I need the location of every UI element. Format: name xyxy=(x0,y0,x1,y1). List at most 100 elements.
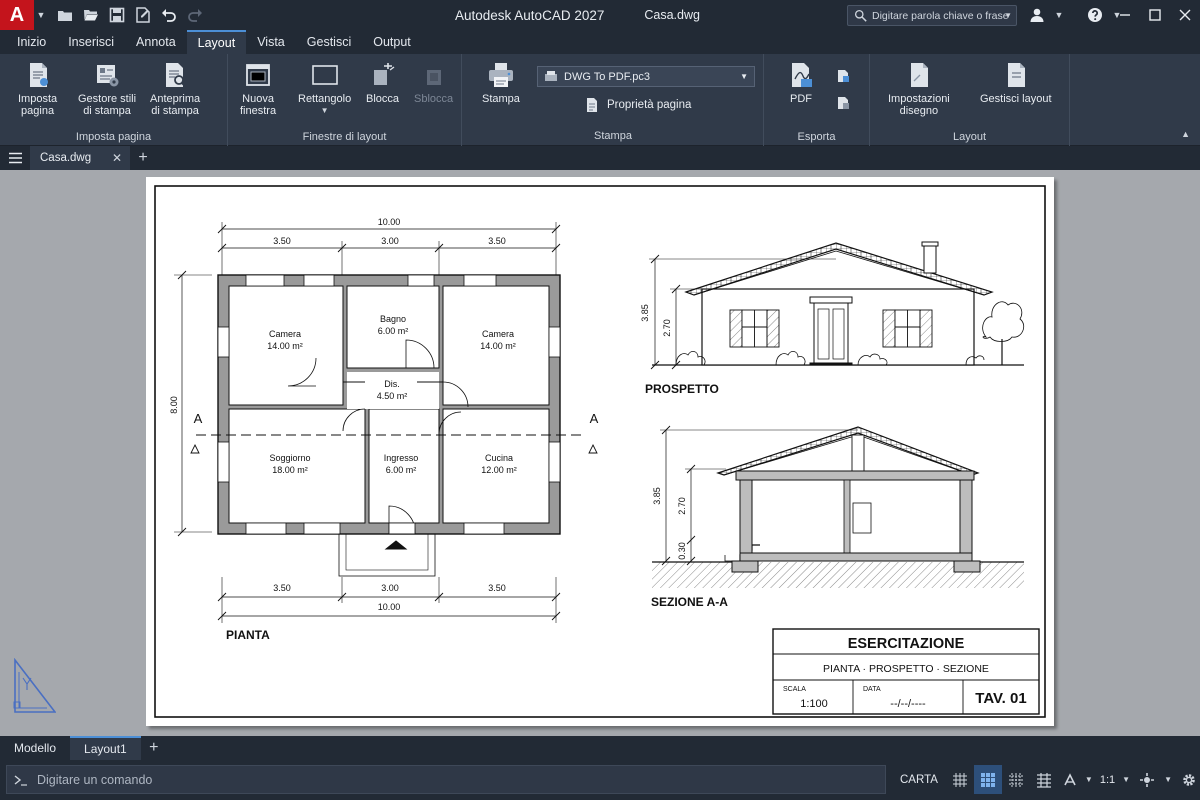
paper-space-toggle[interactable]: CARTA xyxy=(892,765,946,794)
application-menu-button[interactable]: A xyxy=(0,0,34,30)
lineweight-icon xyxy=(1036,772,1051,788)
open-file-button[interactable] xyxy=(78,0,104,30)
help-button[interactable] xyxy=(1084,0,1106,30)
hamburger-icon xyxy=(8,152,22,164)
workspace-caret-icon[interactable]: ▼ xyxy=(1161,775,1175,784)
annotation-scale-button[interactable] xyxy=(1058,765,1082,794)
rectangle-viewport-button[interactable]: Rettangolo ▼ xyxy=(298,60,351,117)
tab-gestisci[interactable]: Gestisci xyxy=(296,30,362,54)
app-menu-caret-icon[interactable]: ▼ xyxy=(34,10,48,20)
user-caret-icon[interactable]: ▼ xyxy=(1048,0,1070,30)
plan-dim-bottom-3: 3.50 xyxy=(488,583,506,593)
snap-toggle[interactable] xyxy=(973,765,1002,794)
command-input[interactable] xyxy=(37,772,817,787)
ortho-toggle[interactable] xyxy=(1002,765,1030,794)
drawing-settings-icon xyxy=(910,63,928,87)
annotation-scale-value[interactable]: 1:1 xyxy=(1096,774,1119,786)
status-tools: CARTA ▼ 1:1 ▼ ▼ xyxy=(892,765,1200,794)
command-prompt-icon xyxy=(14,774,27,786)
ucs-icon[interactable] xyxy=(10,658,56,714)
snap-grid-icon xyxy=(980,772,995,787)
drawing-canvas[interactable]: 10.00 3.50 3.00 3.50 3.50 3.00 3.50 10.0… xyxy=(0,170,1200,736)
section-mark-left: A xyxy=(194,411,203,426)
plot-button[interactable]: Stampa xyxy=(482,60,520,105)
search-caret-icon[interactable]: ▼ xyxy=(1004,11,1012,20)
tab-inizio[interactable]: Inizio xyxy=(6,30,57,54)
save-as-button[interactable] xyxy=(130,0,156,30)
title-block-date-value: --/--/---- xyxy=(890,698,926,710)
open-folder-icon xyxy=(84,10,98,21)
tab-layout1[interactable]: Layout1 xyxy=(70,736,141,760)
rectangle-icon xyxy=(311,65,338,85)
drawing-settings-button[interactable]: Impostazioni disegno xyxy=(888,60,950,117)
unlock-viewport-button[interactable]: Sblocca xyxy=(414,60,453,105)
start-menu-button[interactable] xyxy=(0,146,30,170)
document-tab-casa[interactable]: Casa.dwg ✕ xyxy=(30,146,130,170)
tab-layout[interactable]: Layout xyxy=(186,30,247,54)
unlock-viewport-icon xyxy=(426,70,441,85)
printer-select-value: DWG To PDF.pc3 xyxy=(564,70,650,83)
customize-button[interactable] xyxy=(1175,765,1200,794)
page-properties-icon xyxy=(587,98,597,112)
title-block-sheet-number: TAV. 01 xyxy=(975,690,1026,707)
room-area-camera-2: 14.00 m² xyxy=(480,341,516,351)
printer-select[interactable]: DWG To PDF.pc3 ▼ xyxy=(537,66,755,87)
save-button[interactable] xyxy=(104,0,130,30)
lock-viewport-button[interactable]: Blocca xyxy=(366,60,399,105)
tab-modello[interactable]: Modello xyxy=(0,736,70,760)
redo-icon xyxy=(188,9,202,22)
section-dim-wall: 2.70 xyxy=(677,497,687,515)
user-account-button[interactable] xyxy=(1026,0,1048,30)
manage-layouts-button[interactable]: Gestisci layout xyxy=(980,60,1052,105)
scale-caret-icon[interactable]: ▼ xyxy=(1119,775,1133,784)
rectangle-caret-icon[interactable]: ▼ xyxy=(321,105,329,117)
plot-style-manager-button[interactable]: Gestore stili di stampa xyxy=(78,60,136,117)
new-document-button[interactable]: + xyxy=(130,146,156,170)
new-viewport-button[interactable]: Nuova finestra xyxy=(240,60,276,117)
close-document-icon[interactable]: ✕ xyxy=(112,151,122,165)
room-area-dis: 4.50 m² xyxy=(377,391,408,401)
elevation-dim-wall: 2.70 xyxy=(662,319,672,337)
annotation-caret-icon[interactable]: ▼ xyxy=(1082,775,1096,784)
ribbon-collapse-icon[interactable]: ▲ xyxy=(1181,129,1190,139)
workspace-icon xyxy=(1140,772,1155,787)
tab-output[interactable]: Output xyxy=(362,30,422,54)
page-setup-button[interactable]: Imposta pagina xyxy=(18,60,57,117)
isodraft-toggle[interactable] xyxy=(1030,765,1058,794)
elevation-title: PROSPETTO xyxy=(645,382,719,396)
tab-annota[interactable]: Annota xyxy=(125,30,187,54)
group-layout: Impostazioni disegno Gestisci layout Lay… xyxy=(870,54,1070,146)
export-dwf-icon[interactable] xyxy=(836,69,850,83)
elevation-labels: 3.85 2.70 xyxy=(640,304,672,337)
new-layout-button[interactable]: + xyxy=(141,736,167,760)
manage-layouts-icon xyxy=(1007,63,1025,87)
plot-preview-icon xyxy=(166,63,187,88)
tab-vista[interactable]: Vista xyxy=(246,30,296,54)
plot-preview-button[interactable]: Anteprima di stampa xyxy=(150,60,200,117)
section-drawing xyxy=(652,425,1024,588)
export-dwfx-icon[interactable] xyxy=(836,96,850,110)
search-box[interactable]: Digitare parola chiave o frase ▼ xyxy=(847,5,1017,26)
group-label-finestre: Finestre di layout xyxy=(302,131,387,143)
workspace-button[interactable] xyxy=(1133,765,1161,794)
page-properties-button[interactable]: Proprietà pagina xyxy=(584,97,691,113)
plan-dim-total-top: 10.00 xyxy=(378,217,401,227)
section-labels: 3.85 2.70 0.30 xyxy=(652,487,687,560)
grid-toggle[interactable] xyxy=(946,765,974,794)
plan-dim-top-2: 3.00 xyxy=(381,236,399,246)
command-line[interactable] xyxy=(6,765,886,794)
undo-button[interactable] xyxy=(156,0,182,30)
group-label-layout: Layout xyxy=(952,131,987,143)
app-title: Autodesk AutoCAD 2027 xyxy=(455,7,605,23)
minimize-button[interactable] xyxy=(1110,0,1140,30)
elevation-dim-total: 3.85 xyxy=(640,304,650,322)
close-button[interactable] xyxy=(1170,0,1200,30)
tab-inserisci[interactable]: Inserisci xyxy=(57,30,125,54)
redo-button[interactable] xyxy=(182,0,208,30)
ribbon-tabs: Inizio Inserisci Annota Layout Vista Ges… xyxy=(0,30,1200,54)
new-file-button[interactable] xyxy=(52,0,78,30)
maximize-button[interactable] xyxy=(1140,0,1170,30)
title-block-heading: ESERCITAZIONE xyxy=(848,636,965,652)
export-pdf-button[interactable]: PDF xyxy=(786,60,816,105)
